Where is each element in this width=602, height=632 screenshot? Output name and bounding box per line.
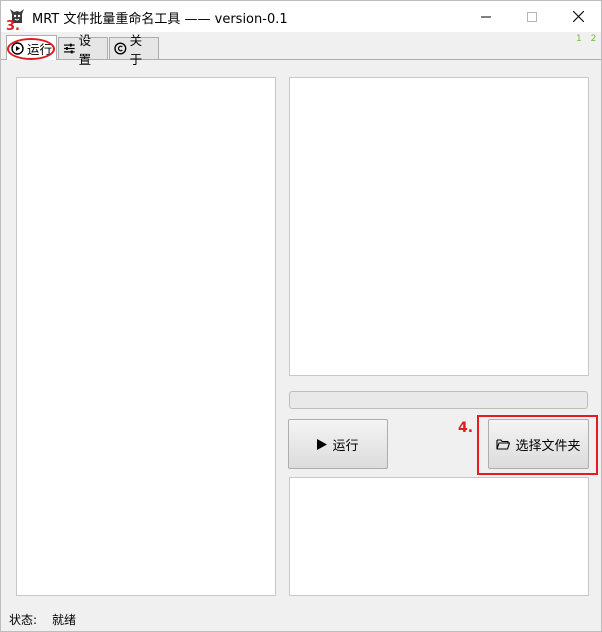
- preview-list[interactable]: [289, 77, 589, 376]
- tab-settings[interactable]: 设置: [58, 33, 108, 67]
- tab-about[interactable]: 关于: [109, 33, 159, 67]
- status-label: 状态:: [9, 613, 38, 627]
- minimize-button[interactable]: [463, 1, 509, 32]
- status-bar: 状态: 就绪: [1, 606, 601, 631]
- tab-settings-label: 设置: [78, 32, 92, 67]
- annotation-step-4: 4.: [458, 420, 474, 436]
- copyright-icon: [114, 42, 127, 55]
- sliders-icon: [63, 43, 75, 54]
- play-icon: [317, 438, 328, 450]
- tab-indicator: 1 2: [576, 34, 600, 44]
- file-list[interactable]: [16, 77, 276, 596]
- status-value: 就绪: [52, 613, 77, 627]
- maximize-button[interactable]: [509, 1, 555, 32]
- window-title: MRT 文件批量重命名工具 —— version-0.1: [32, 12, 288, 27]
- title-bar[interactable]: MRT 文件批量重命名工具 —— version-0.1: [1, 1, 601, 32]
- minimize-icon: [481, 16, 491, 17]
- maximize-icon: [527, 11, 537, 22]
- log-output[interactable]: [289, 477, 589, 596]
- run-button[interactable]: 运行: [288, 419, 388, 469]
- annotation-step-3: 3.: [6, 19, 20, 34]
- close-button[interactable]: [555, 1, 601, 32]
- close-icon: [572, 11, 584, 22]
- annotation-circle-run-tab: [7, 38, 55, 60]
- progress-bar: [289, 391, 588, 409]
- run-button-label: 运行: [332, 438, 359, 454]
- tab-bar: 运行 设置 关于 1 2: [1, 32, 601, 67]
- annotation-box-select-folder: [477, 415, 598, 475]
- app-window: MRT 文件批量重命名工具 —— version-0.1 运行 设置 关于 1 …: [0, 0, 602, 632]
- tab-about-label: 关于: [129, 32, 143, 67]
